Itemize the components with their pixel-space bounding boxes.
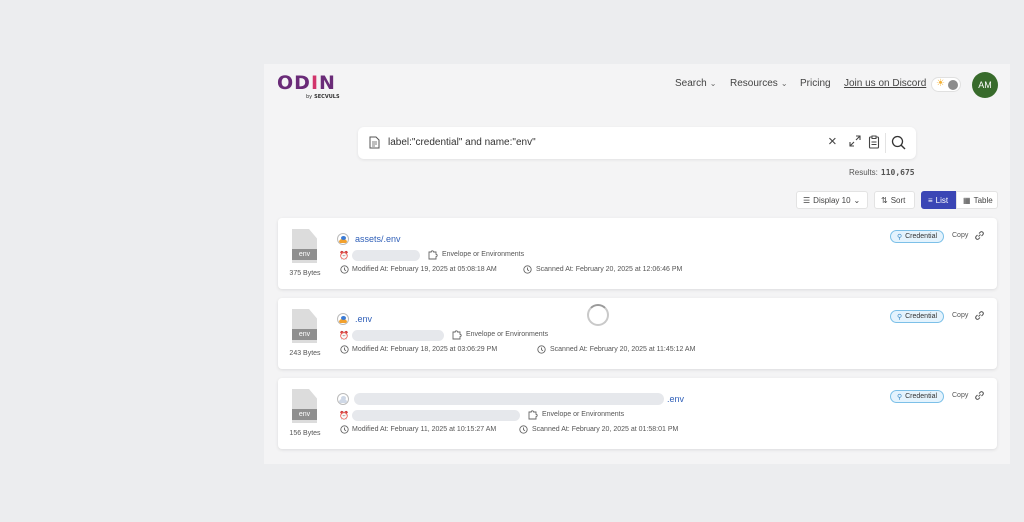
list-icon: ☰	[803, 195, 811, 205]
result-card[interactable]: env 156 Bytes .env ⏰ Envelope or Environ…	[278, 378, 997, 449]
scanned-date: Scanned At: February 20, 2025 at 11:45:1…	[550, 346, 696, 353]
search-input[interactable]: label:"credential" and name:"env"	[388, 137, 536, 148]
link-icon[interactable]	[974, 230, 985, 241]
theme-toggle[interactable]: ☀	[931, 77, 961, 92]
app-window: ODIN by SECVULS Search ⌄ Resources ⌄ Pricin…	[264, 64, 1010, 464]
sort-button[interactable]: ⇅ Sort	[874, 191, 915, 209]
file-size: 156 Bytes	[289, 430, 321, 437]
puzzle-icon	[428, 250, 438, 260]
credential-badge[interactable]: ⚲ Credential	[890, 230, 944, 243]
file-icon: env	[292, 389, 317, 423]
credential-badge[interactable]: ⚲ Credential	[890, 310, 944, 323]
clock-icon	[519, 425, 528, 434]
alarm-icon: ⏰	[339, 251, 349, 260]
redacted-host	[352, 410, 520, 421]
clock-icon	[340, 425, 349, 434]
redacted-host	[352, 330, 444, 341]
list-icon: ≡	[928, 195, 933, 205]
modified-date: Modified At: February 18, 2025 at 03:06:…	[352, 346, 498, 353]
copy-button[interactable]: Copy	[952, 232, 968, 239]
redacted-path	[354, 393, 664, 405]
file-name-link[interactable]: assets/.env	[355, 234, 401, 244]
site-favicon	[337, 313, 349, 325]
logo-byline: by SECVULS	[306, 94, 340, 100]
chevron-down-icon: ⌄	[780, 79, 788, 88]
odin-logo[interactable]: ODIN by SECVULS	[277, 72, 340, 102]
search-bar: label:"credential" and name:"env" ×	[358, 127, 916, 159]
clock-icon	[340, 265, 349, 274]
file-name-link[interactable]: .env	[667, 394, 684, 404]
category-label: Envelope or Environments	[466, 331, 549, 338]
result-card[interactable]: env 375 Bytes assets/.env ⏰ Envelope or …	[278, 218, 997, 289]
redacted-host	[352, 250, 420, 261]
key-icon: ⚲	[896, 393, 903, 401]
expand-icon[interactable]	[849, 135, 861, 147]
close-icon[interactable]: ×	[828, 134, 837, 149]
key-icon: ⚲	[896, 313, 903, 321]
chevron-down-icon: ⌄	[709, 79, 717, 88]
puzzle-icon	[452, 330, 462, 340]
loading-spinner	[587, 304, 609, 326]
result-card[interactable]: env 243 Bytes .env ⏰ Envelope or Environ…	[278, 298, 997, 369]
site-favicon	[337, 393, 349, 405]
modified-date: Modified At: February 19, 2025 at 05:08:…	[352, 266, 497, 273]
file-size: 243 Bytes	[289, 350, 321, 357]
credential-badge[interactable]: ⚲ Credential	[890, 390, 944, 403]
scanned-date: Scanned At: February 20, 2025 at 01:58:0…	[532, 426, 679, 433]
table-icon: ▦	[963, 195, 971, 205]
document-icon	[369, 136, 380, 149]
file-icon: env	[292, 309, 317, 343]
avatar[interactable]: AM	[972, 72, 998, 98]
site-favicon	[337, 233, 349, 245]
chevron-down-icon: ⌄	[853, 195, 861, 205]
category-label: Envelope or Environments	[542, 411, 625, 418]
puzzle-icon	[528, 410, 538, 420]
table-view-button[interactable]: ▦ Table	[956, 191, 998, 209]
key-icon: ⚲	[896, 233, 903, 241]
file-size: 375 Bytes	[289, 270, 321, 277]
clock-icon	[537, 345, 546, 354]
copy-button[interactable]: Copy	[952, 312, 968, 319]
nav-resources[interactable]: Resources ⌄	[730, 78, 788, 89]
clock-icon	[340, 345, 349, 354]
logo-wordmark: ODIN	[277, 72, 336, 94]
search-icon[interactable]	[891, 135, 906, 150]
link-icon[interactable]	[974, 390, 985, 401]
modified-date: Modified At: February 11, 2025 at 10:15:…	[352, 426, 497, 433]
nav-search[interactable]: Search ⌄	[675, 78, 716, 89]
toggle-knob	[948, 80, 958, 90]
divider	[885, 133, 886, 153]
clipboard-icon[interactable]	[868, 135, 880, 149]
results-count: Results: 110,675	[849, 168, 915, 177]
copy-button[interactable]: Copy	[952, 392, 968, 399]
scanned-date: Scanned At: February 20, 2025 at 12:06:4…	[536, 266, 683, 273]
alarm-icon: ⏰	[339, 411, 349, 420]
nav-pricing[interactable]: Pricing	[800, 78, 831, 89]
display-count-select[interactable]: ☰ Display 10 ⌄	[796, 191, 868, 209]
clock-icon	[523, 265, 532, 274]
category-label: Envelope or Environments	[442, 251, 525, 258]
alarm-icon: ⏰	[339, 331, 349, 340]
file-icon: env	[292, 229, 317, 263]
sun-icon: ☀	[936, 78, 945, 89]
sort-icon: ⇅	[881, 195, 888, 205]
link-icon[interactable]	[974, 310, 985, 321]
list-view-button[interactable]: ≡ List	[921, 191, 956, 209]
nav-discord-link[interactable]: Join us on Discord	[844, 78, 926, 89]
file-name-link[interactable]: .env	[355, 314, 372, 324]
